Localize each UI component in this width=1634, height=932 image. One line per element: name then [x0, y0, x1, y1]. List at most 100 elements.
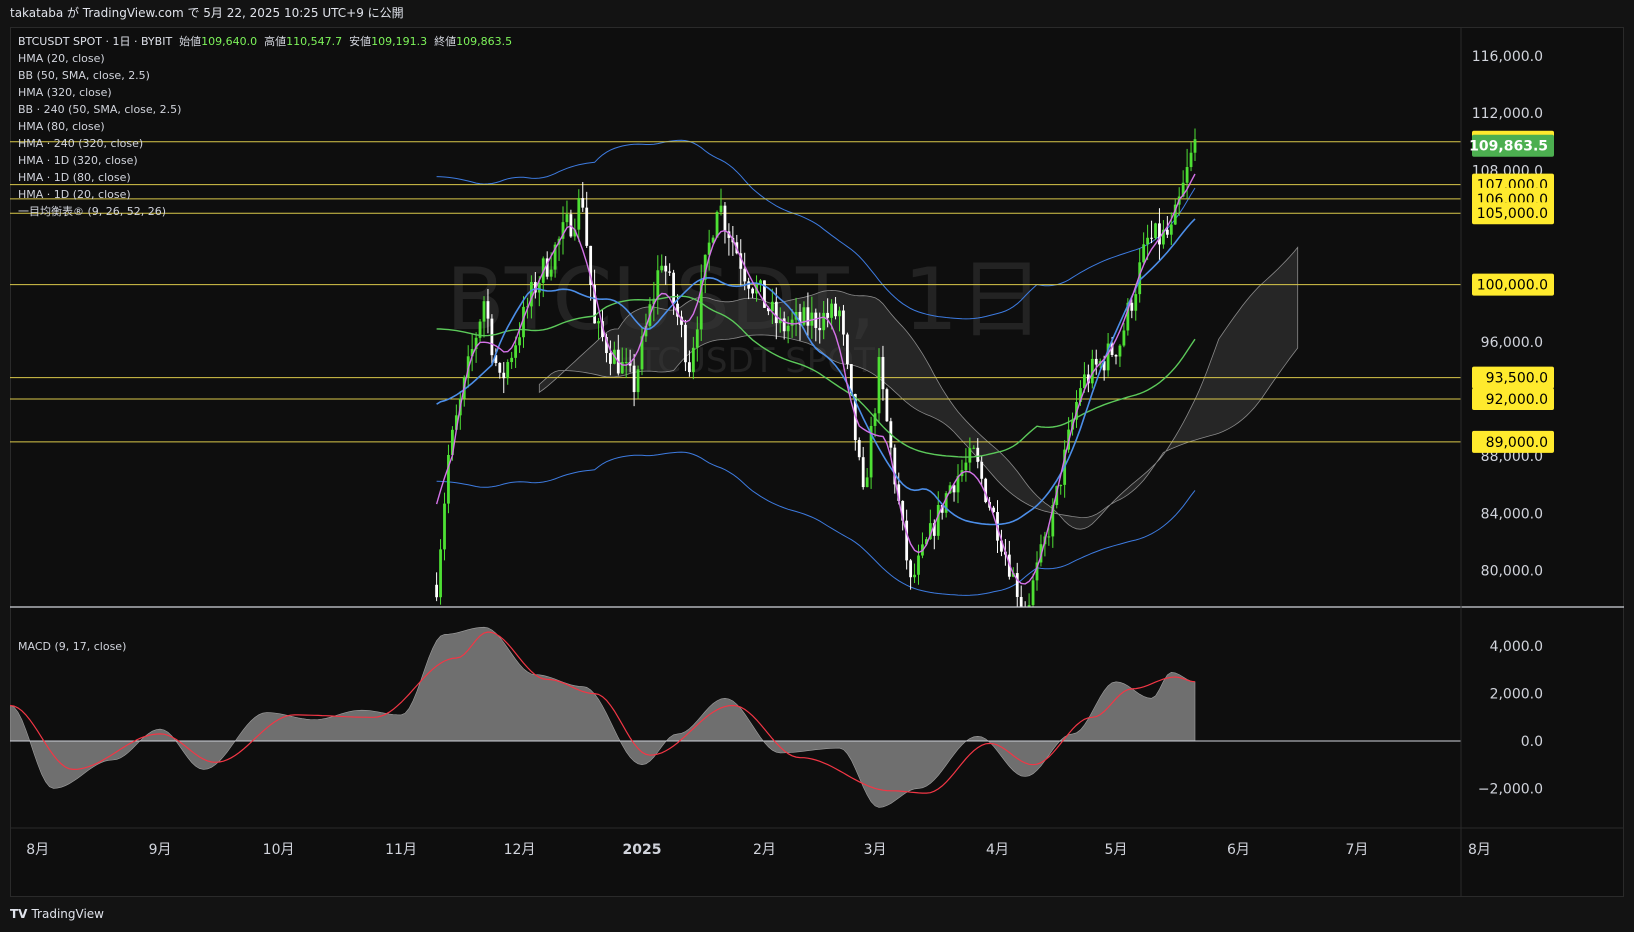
candle — [846, 332, 849, 370]
candle — [1150, 220, 1153, 244]
candle — [905, 509, 909, 570]
time-axis-tick: 8月 — [1468, 842, 1491, 858]
macd-legend[interactable]: MACD (9, 17, close) — [18, 640, 126, 653]
level-price-badge[interactable]: 93,500.0 — [1472, 366, 1554, 389]
time-axis-tick: 10月 — [263, 842, 295, 858]
candle — [581, 182, 585, 212]
candle — [1031, 573, 1035, 607]
high-label: 高値 — [264, 35, 287, 48]
level-price-badge[interactable]: 89,000.0 — [1472, 430, 1554, 453]
close-label: 終値 — [434, 35, 457, 48]
time-axis-tick: 6月 — [1227, 842, 1250, 858]
candle — [917, 544, 920, 585]
candle — [447, 444, 450, 514]
current-price-badge[interactable]: 109,863.5 — [1469, 134, 1554, 157]
svg-text:93,500.0: 93,500.0 — [1486, 371, 1548, 387]
candle — [585, 191, 589, 248]
candle — [1059, 484, 1063, 495]
candle — [869, 416, 873, 489]
candle — [1024, 601, 1026, 607]
candle — [1158, 208, 1161, 261]
open-value: 109,640.0 — [201, 35, 258, 48]
time-axis-tick: 8月 — [26, 842, 49, 858]
macd-axis-tick: −2,000.0 — [1478, 781, 1543, 797]
svg-text:89,000.0: 89,000.0 — [1486, 435, 1548, 451]
time-axis-tick: 4月 — [986, 842, 1009, 858]
candle — [439, 539, 442, 605]
candle — [861, 446, 865, 490]
candle — [1015, 562, 1019, 607]
indicator-legend-item[interactable]: HMA (20, close) — [18, 50, 512, 67]
candle — [857, 437, 861, 461]
candle — [889, 417, 893, 457]
candle — [1142, 232, 1146, 265]
candle — [565, 200, 569, 228]
legend-ohlc-row: BTCUSDT SPOT · 1日 · BYBIT 始値109,640.0 高値… — [18, 33, 512, 50]
time-axis-tick: 7月 — [1345, 842, 1368, 858]
time-axis-tick: 2025 — [623, 842, 662, 858]
indicator-legend-item[interactable]: HMA (80, close) — [18, 118, 512, 135]
time-axis-tick: 2月 — [753, 842, 776, 858]
indicator-legend-item[interactable]: HMA · 1D (20, close) — [18, 186, 512, 203]
indicator-legend-item[interactable]: HMA · 1D (80, close) — [18, 169, 512, 186]
candle — [723, 202, 727, 244]
candle — [1118, 344, 1122, 367]
indicator-legend-item[interactable]: 一目均衡表® (9, 26, 52, 26) — [18, 203, 512, 220]
price-axis-tick: 84,000.0 — [1481, 506, 1543, 522]
candle — [510, 351, 514, 369]
candle — [506, 359, 510, 385]
candle — [715, 210, 719, 238]
high-value: 110,547.7 — [286, 35, 343, 48]
indicator-legend-item[interactable]: BB (50, SMA, close, 2.5) — [18, 67, 512, 84]
macd-pane — [10, 626, 1461, 808]
candle — [909, 558, 912, 590]
candle — [1122, 322, 1126, 348]
price-axis-tick: 80,000.0 — [1481, 564, 1543, 580]
candle — [1027, 593, 1031, 607]
candle — [913, 563, 916, 584]
price-axis-tick: 96,000.0 — [1481, 335, 1543, 351]
candle — [885, 387, 889, 422]
candle — [435, 572, 438, 602]
candle — [1114, 354, 1118, 365]
time-axis-tick: 5月 — [1105, 842, 1128, 858]
level-price-badge[interactable]: 100,000.0 — [1472, 273, 1554, 296]
candle — [1154, 222, 1157, 240]
indicator-legend-item[interactable]: HMA (320, close) — [18, 84, 512, 101]
legend-symbol[interactable]: BTCUSDT SPOT · 1日 · BYBIT — [18, 35, 172, 48]
candle — [960, 459, 964, 482]
open-label: 始値 — [179, 35, 202, 48]
macd-axis-tick: 2,000.0 — [1490, 687, 1543, 703]
price-axis-tick: 112,000.0 — [1472, 106, 1543, 122]
candle — [490, 314, 494, 365]
macd-histogram-area — [10, 626, 1196, 808]
svg-text:100,000.0: 100,000.0 — [1477, 278, 1548, 294]
svg-text:105,000.0: 105,000.0 — [1477, 206, 1548, 222]
price-axis-tick: 116,000.0 — [1472, 49, 1543, 65]
time-axis-tick: 3月 — [864, 842, 887, 858]
indicator-legend-item[interactable]: HMA · 1D (320, close) — [18, 152, 512, 169]
low-label: 安値 — [349, 35, 372, 48]
low-value: 109,191.3 — [371, 35, 428, 48]
footer: 𝗧𝗩 TradingView — [0, 897, 1634, 932]
candle — [956, 464, 960, 504]
tradingview-logo-icon: 𝗧𝗩 — [10, 907, 28, 921]
time-axis-tick: 9月 — [149, 842, 172, 858]
candle — [443, 492, 446, 561]
time-axis-tick: 11月 — [385, 842, 417, 858]
svg-text:109,863.5: 109,863.5 — [1469, 139, 1548, 155]
candle — [873, 408, 877, 438]
candle — [1193, 128, 1197, 161]
level-price-badge[interactable]: 105,000.0 — [1472, 202, 1554, 225]
chart-legend: BTCUSDT SPOT · 1日 · BYBIT 始値109,640.0 高値… — [18, 33, 512, 220]
candle — [921, 532, 924, 559]
candle — [636, 365, 640, 399]
macd-axis-tick: 0.0 — [1521, 734, 1543, 750]
candle — [877, 348, 881, 423]
footer-brand[interactable]: TradingView — [31, 907, 104, 921]
indicator-legend-item[interactable]: HMA · 240 (320, close) — [18, 135, 512, 152]
indicator-legend-item[interactable]: BB · 240 (50, SMA, close, 2.5) — [18, 101, 512, 118]
level-price-badge[interactable]: 92,000.0 — [1472, 388, 1554, 410]
candle — [719, 188, 723, 216]
candle — [1019, 585, 1023, 607]
